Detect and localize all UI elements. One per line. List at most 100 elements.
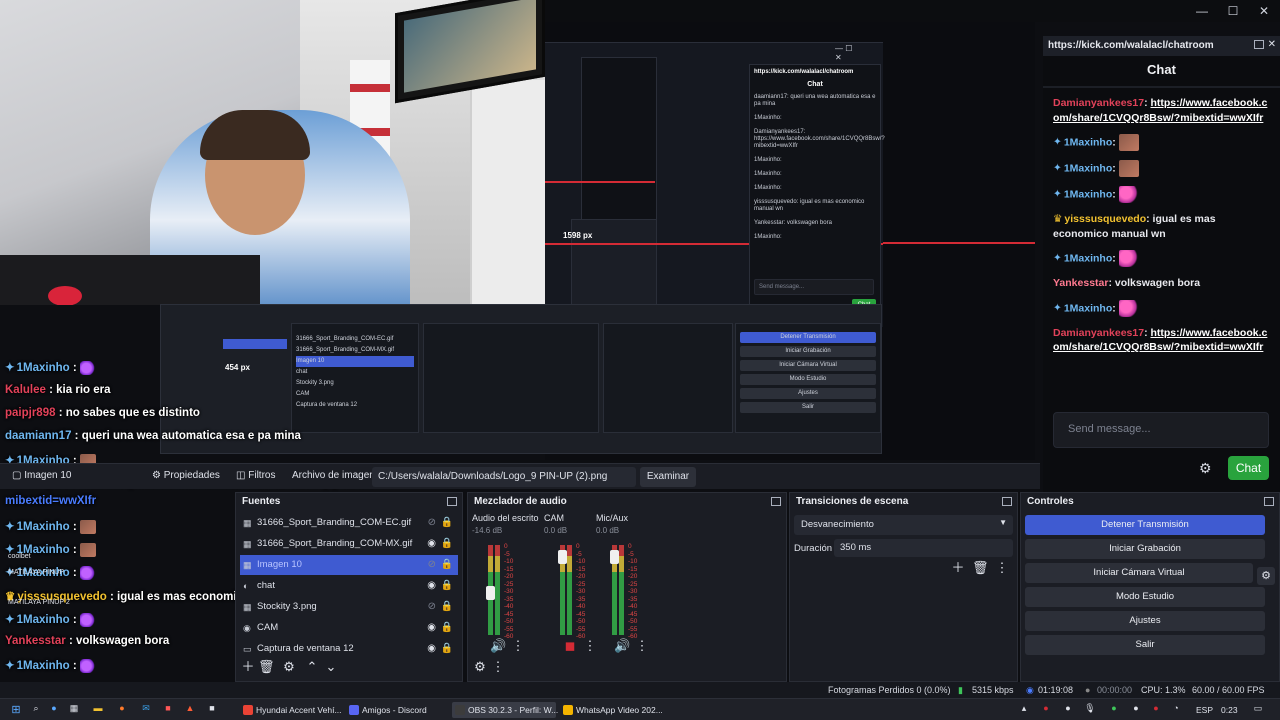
chevron-up-icon[interactable]: ⌃ — [304, 659, 320, 675]
scene-item[interactable]: MATILAYA PINUP — [8, 569, 64, 576]
gear-icon[interactable]: ⚙ — [1199, 460, 1215, 476]
scene-item[interactable]: MATILAYA PINUP 2 — [8, 599, 70, 606]
taskbar-app[interactable]: Amigos - Discord — [346, 702, 448, 718]
duration-input[interactable]: 350 ms — [834, 539, 1013, 557]
trash-icon[interactable]: 🗑 — [258, 659, 275, 675]
source-item[interactable]: ▦ Stockity 3.png ⊘ 🔒 — [240, 597, 458, 617]
lock-icon[interactable]: 🔒 — [441, 559, 453, 570]
clock[interactable]: 0:23 — [1221, 705, 1238, 715]
volume-fader[interactable] — [558, 549, 567, 564]
chat-username[interactable]: 1Maxinho — [1064, 302, 1112, 314]
mail-icon[interactable]: ✉ — [140, 703, 152, 715]
app-icon[interactable]: ■ — [162, 703, 174, 715]
taskbar-app[interactable]: OBS 30.2.3 - Perfil: W... — [452, 702, 558, 718]
search-icon[interactable]: ⌕ — [30, 703, 42, 715]
control-button[interactable]: Salir — [1025, 635, 1265, 655]
chat-send-button[interactable]: Chat — [1228, 456, 1269, 480]
firefox-icon[interactable]: ● — [116, 703, 128, 715]
trash-icon[interactable]: 🗑 — [972, 560, 989, 576]
filters-button[interactable]: ◫ Filtros — [236, 470, 275, 481]
more-icon[interactable]: ⋮ — [634, 638, 650, 654]
lock-icon[interactable]: 🔒 — [441, 580, 453, 591]
eye-off-icon[interactable]: ⊘ — [428, 517, 436, 528]
undock-icon[interactable] — [447, 497, 457, 506]
chat-message-input[interactable]: Send message... — [1053, 412, 1269, 448]
eye-off-icon[interactable]: ⊘ — [428, 559, 436, 570]
app-icon[interactable]: ■ — [206, 703, 218, 715]
more-icon[interactable]: ⋮ — [582, 638, 598, 654]
mic-icon[interactable]: 🎙 — [1084, 703, 1096, 715]
chat-username[interactable]: Damianyankees17 — [1053, 97, 1144, 109]
taskbar-app[interactable]: Hyundai Accent Vehí... — [240, 702, 342, 718]
brave-icon[interactable]: ▲ — [184, 703, 196, 715]
gear-icon[interactable]: ⚙ — [472, 659, 488, 675]
eye-icon[interactable]: ◉ — [427, 538, 436, 549]
chat-username[interactable]: 1Maxinho — [1064, 136, 1112, 148]
chat-username[interactable]: Yankesstar — [1053, 277, 1108, 289]
source-item[interactable]: ◐ chat ◉ 🔒 — [240, 576, 458, 596]
tray-icon[interactable]: ● — [1040, 703, 1052, 715]
control-button[interactable]: Ajustes — [1025, 611, 1265, 631]
volume-fader[interactable] — [486, 585, 495, 600]
lock-icon[interactable]: 🔒 — [441, 538, 453, 549]
speaker-icon[interactable]: 🔊 — [614, 638, 630, 654]
lock-icon[interactable]: 🔒 — [441, 622, 453, 633]
scene-item[interactable]: coolbet — [8, 553, 31, 560]
tray-icon[interactable]: ● — [1108, 703, 1120, 715]
task-view-icon[interactable]: ▦ — [68, 703, 80, 715]
source-item[interactable]: ▦ 31666_Sport_Branding_COM-EC.gif ⊘ 🔒 — [240, 513, 458, 533]
more-icon[interactable]: ⋮ — [490, 659, 506, 675]
notifications-icon[interactable]: ▭ — [1252, 703, 1264, 715]
image-path-field[interactable]: C:/Users/walala/Downloads/Logo_9 PIN-UP … — [372, 467, 636, 487]
source-item[interactable]: ▦ Imagen 10 ⊘ 🔒 — [240, 555, 458, 575]
control-button[interactable]: Iniciar Grabación — [1025, 539, 1265, 559]
tray-icon[interactable]: ▴ — [1018, 703, 1030, 715]
chat-username[interactable]: Damianyankees17 — [1053, 327, 1144, 339]
more-icon[interactable]: ⋮ — [510, 638, 526, 654]
language-indicator[interactable]: ESP — [1196, 705, 1213, 715]
transition-select[interactable]: Desvanecimiento ▼ — [794, 515, 1013, 535]
properties-button[interactable]: ⚙ Propiedades — [152, 470, 220, 481]
maximize-button[interactable]: ☐ — [1226, 4, 1240, 18]
tray-icon[interactable]: ● — [1062, 703, 1074, 715]
more-icon[interactable]: ⋮ — [994, 560, 1010, 576]
mute-icon[interactable]: ◼ — [562, 638, 578, 654]
control-button[interactable]: Detener Transmisión — [1025, 515, 1265, 535]
control-button[interactable]: Iniciar Cámara Virtual — [1025, 563, 1253, 583]
add-icon[interactable]: ＋ — [240, 659, 256, 675]
lock-icon[interactable]: 🔒 — [441, 643, 453, 654]
source-item[interactable]: ▦ 31666_Sport_Branding_COM-MX.gif ◉ 🔒 — [240, 534, 458, 554]
speaker-icon[interactable]: 🔊 — [490, 638, 506, 654]
tray-icon[interactable]: ● — [1130, 703, 1142, 715]
lock-icon[interactable]: 🔒 — [441, 601, 453, 612]
add-icon[interactable]: ＋ — [950, 560, 966, 576]
folder-icon[interactable]: ▬ — [92, 703, 104, 715]
undock-icon[interactable] — [1264, 497, 1274, 506]
close-icon[interactable]: ✕ — [1268, 39, 1276, 50]
source-item[interactable]: ▭ Captura de ventana 12 ◉ 🔒 — [240, 639, 458, 659]
source-item[interactable]: ◉ CAM ◉ 🔒 — [240, 618, 458, 638]
eye-icon[interactable]: ◉ — [427, 580, 436, 591]
start-icon[interactable]: ⊞ — [10, 703, 22, 716]
chevron-down-icon[interactable]: ⌄ — [323, 659, 339, 675]
lock-icon[interactable]: 🔒 — [441, 517, 453, 528]
wifi-icon[interactable]: ◔ — [1170, 703, 1182, 715]
volume-fader[interactable] — [610, 549, 619, 564]
edge-icon[interactable]: ● — [48, 703, 60, 715]
gear-icon[interactable]: ⚙ — [281, 659, 297, 675]
browse-button[interactable]: Examinar — [640, 467, 696, 487]
eye-icon[interactable]: ◉ — [427, 622, 436, 633]
chat-username[interactable]: 1Maxinho — [1064, 188, 1112, 200]
gear-icon[interactable]: ⚙ — [1257, 567, 1275, 585]
close-button[interactable]: ✕ — [1257, 4, 1271, 18]
taskbar-app[interactable]: WhatsApp Video 202... — [560, 702, 663, 718]
undock-icon[interactable] — [771, 497, 781, 506]
tray-icon[interactable]: ● — [1150, 703, 1162, 715]
chat-username[interactable]: 1Maxinho — [1064, 252, 1112, 264]
eye-icon[interactable]: ◉ — [427, 643, 436, 654]
chat-username[interactable]: yisssusquevedo — [1064, 213, 1146, 225]
control-button[interactable]: Modo Estudio — [1025, 587, 1265, 607]
undock-icon[interactable] — [1254, 40, 1264, 49]
eye-off-icon[interactable]: ⊘ — [428, 601, 436, 612]
undock-icon[interactable] — [1002, 497, 1012, 506]
